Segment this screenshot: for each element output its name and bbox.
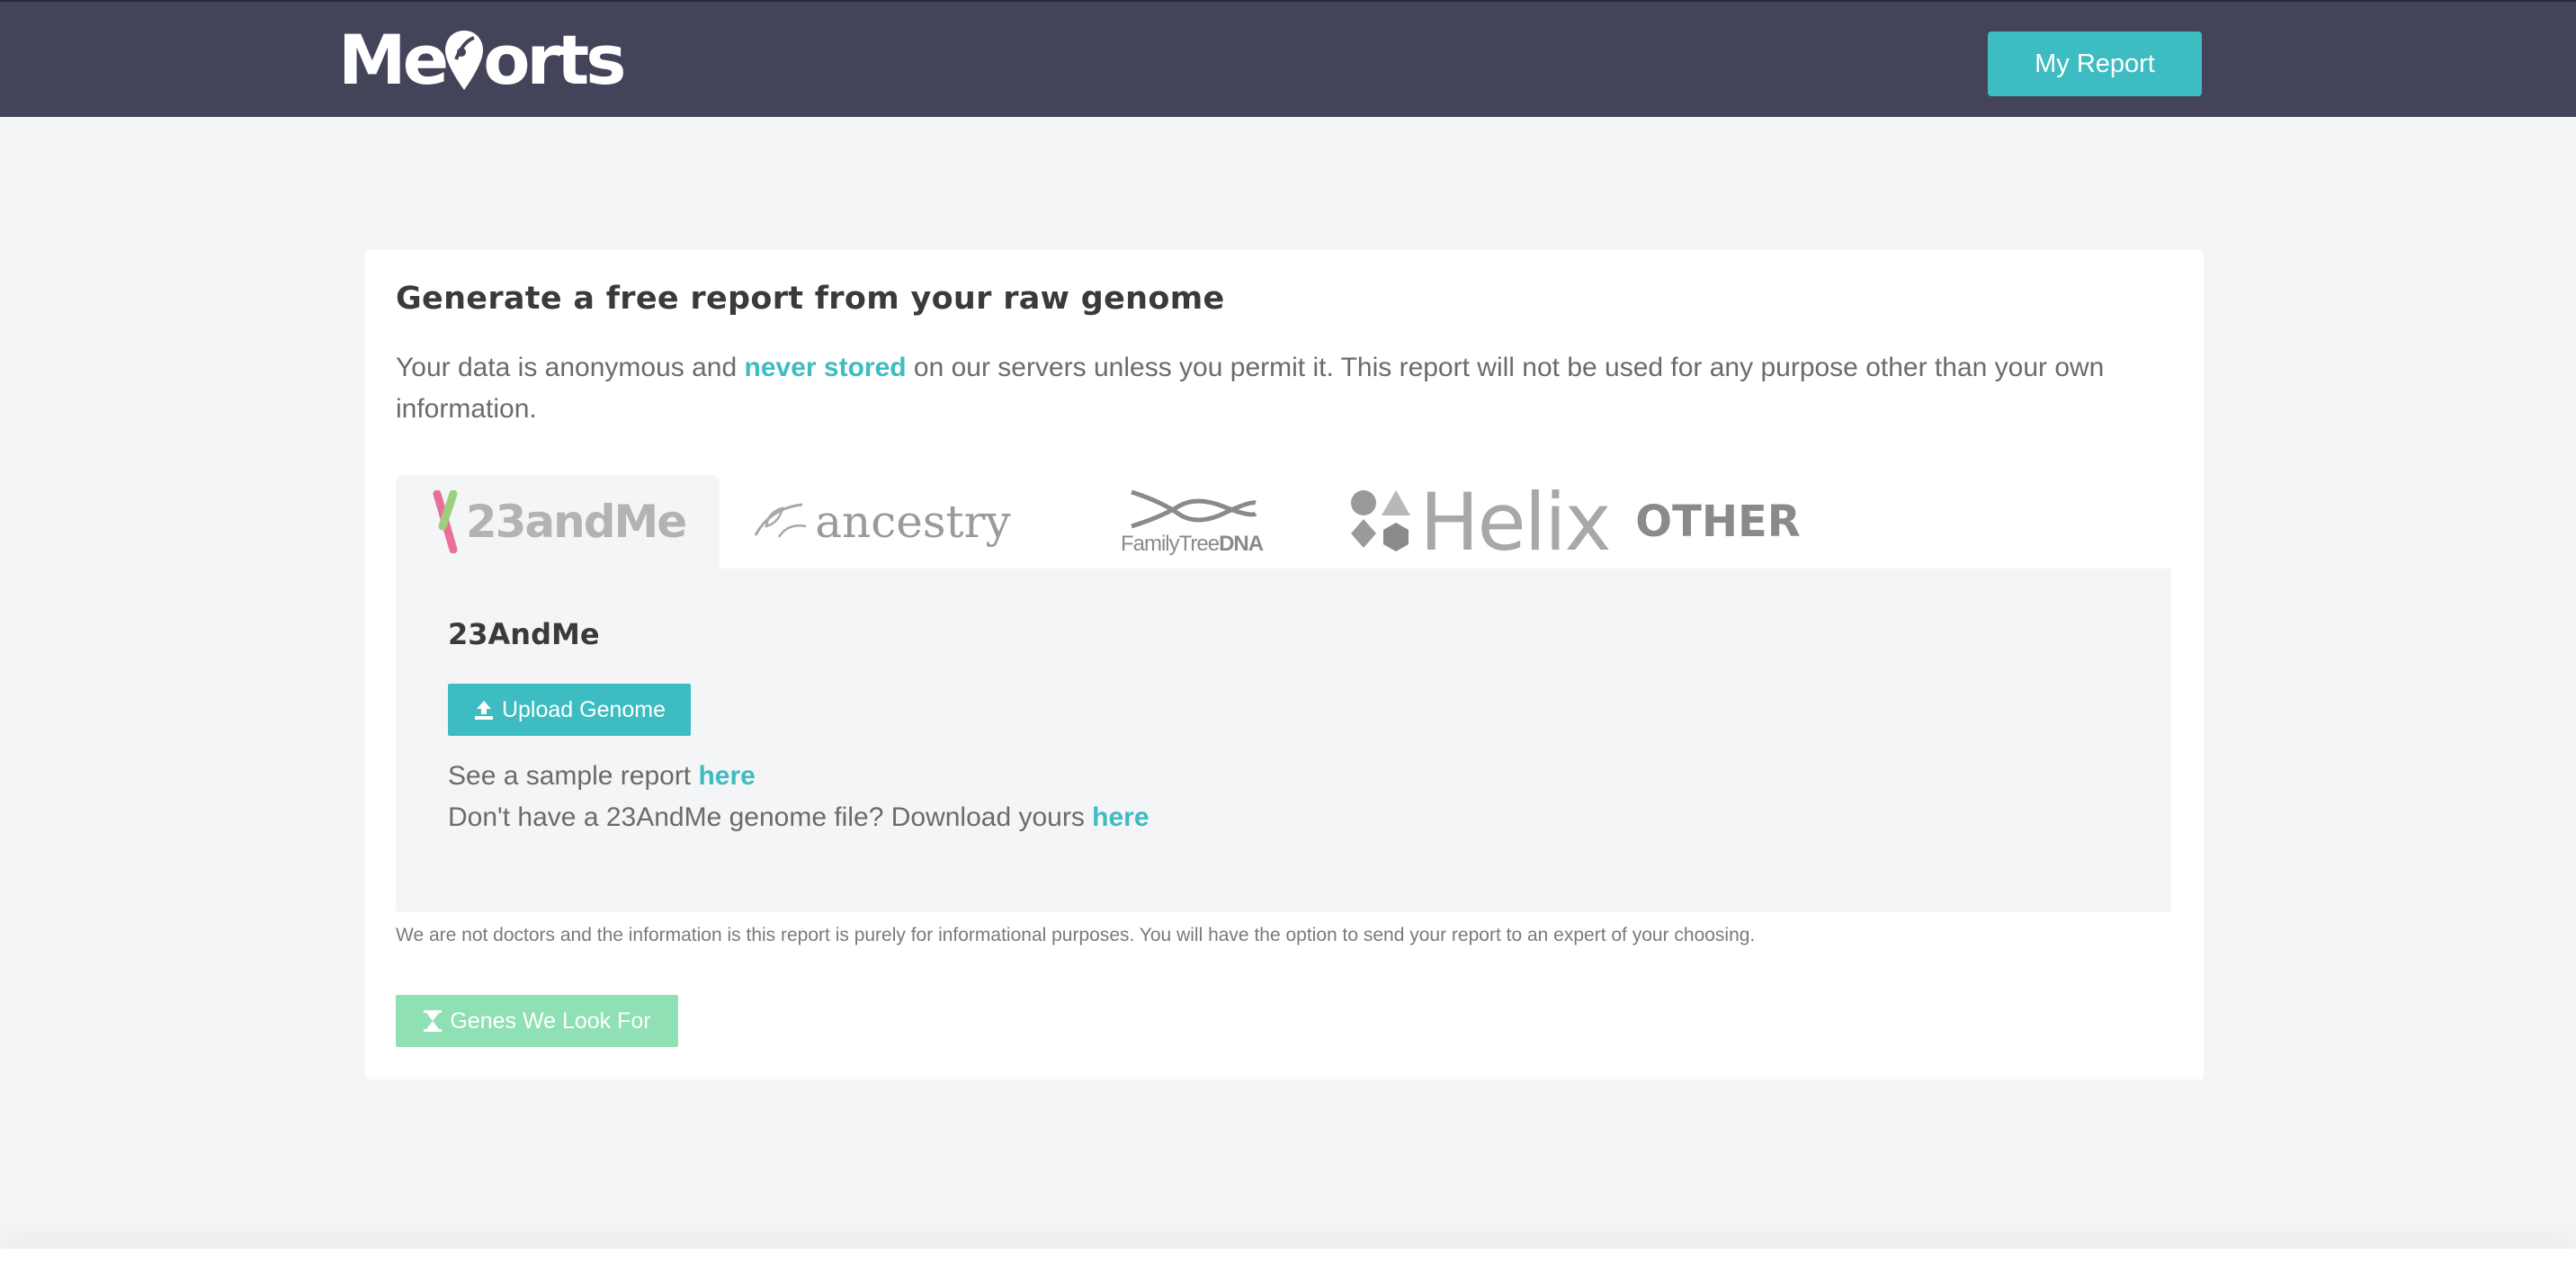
tab-ancestry[interactable]: ancestry (720, 475, 1043, 569)
provider-tabs: 23andMe ancestry FamilyTreeDNA Helix OTH… (396, 475, 2171, 569)
provider-panel: 23AndMe Upload Genome See a sample repor… (396, 569, 2171, 912)
page-title: Generate a free report from your raw gen… (396, 281, 1225, 317)
download-genome-link[interactable]: here (1092, 802, 1149, 832)
disclaimer-text: We are not doctors and the information i… (396, 925, 1756, 945)
tab-helix[interactable]: Helix (1340, 475, 1619, 569)
never-stored-link[interactable]: never stored (745, 353, 907, 382)
logo-text-end: orts (483, 20, 626, 100)
download-genome-text: Don't have a 23AndMe genome file? Downlo… (448, 802, 1093, 832)
tab-23andme[interactable]: 23andMe (396, 475, 720, 569)
sample-report-text: See a sample report (448, 761, 699, 791)
sample-report-line: See a sample report here (448, 761, 756, 792)
upload-genome-button[interactable]: Upload Genome (448, 684, 691, 736)
tab-familytreedna[interactable]: FamilyTreeDNA (1043, 475, 1340, 569)
upload-genome-label: Upload Genome (501, 696, 666, 722)
top-navbar: Me orts My Report (0, 0, 2576, 117)
tab-ancestry-label: ancestry (815, 496, 1011, 548)
tab-helix-label: Helix (1419, 475, 1611, 569)
chromosome-icon (433, 490, 458, 553)
shapes-icon (1351, 490, 1411, 551)
privacy-intro: Your data is anonymous and never stored … (396, 347, 2177, 430)
upload-icon (474, 701, 493, 720)
logo-text-start: Me (338, 20, 449, 100)
genes-we-look-for-button[interactable]: Genes We Look For (396, 995, 678, 1047)
logo-pin-icon (445, 31, 484, 90)
tab-other[interactable]: OTHER (1619, 475, 1817, 569)
sample-report-link[interactable]: here (698, 761, 755, 791)
footer-edge (0, 1249, 2576, 1272)
hourglass-icon (424, 1010, 443, 1032)
my-report-button[interactable]: My Report (1988, 31, 2202, 96)
provider-title: 23AndMe (448, 617, 600, 651)
report-card: Generate a free report from your raw gen… (365, 250, 2204, 1079)
download-genome-line: Don't have a 23AndMe genome file? Downlo… (448, 802, 1149, 833)
meports-logo[interactable]: Me orts (338, 20, 626, 101)
tab-familytreedna-label: FamilyTreeDNA (1120, 532, 1264, 556)
intro-text-start: Your data is anonymous and (396, 353, 745, 382)
genes-we-look-for-label: Genes We Look For (450, 1008, 651, 1034)
tab-23andme-label: 23andMe (465, 496, 687, 548)
dna-helix-icon (1131, 489, 1257, 529)
tab-other-label: OTHER (1635, 497, 1801, 547)
leaf-icon (754, 503, 807, 538)
